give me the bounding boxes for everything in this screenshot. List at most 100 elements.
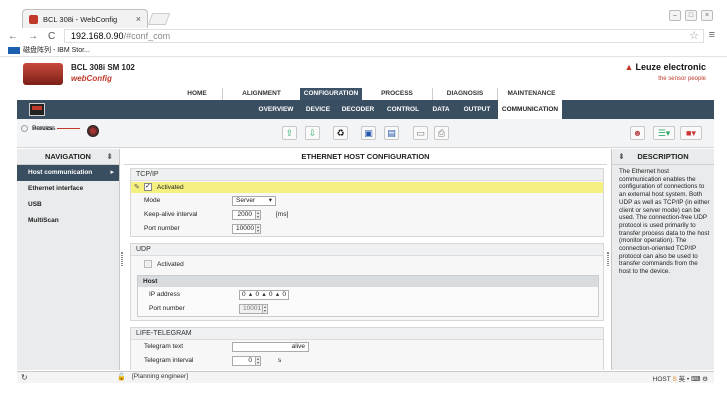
- main-nav-diagnosis[interactable]: DIAGNOSIS: [432, 88, 497, 100]
- udp-host-box: Host IP address 0 ▴ 0 ▴ 0 ▴ 0 Port number 1000…: [137, 275, 599, 317]
- url-host: 192.168.0.90: [71, 31, 124, 41]
- keepalive-unit: [ms]: [276, 211, 289, 218]
- brand-logo: ▲ Leuze electronic: [624, 62, 706, 72]
- process-label: Process: [32, 125, 56, 132]
- tcp-port-input[interactable]: 10000: [232, 224, 256, 234]
- tcpip-title: TCP/IP: [131, 169, 603, 181]
- forward-icon[interactable]: →: [28, 31, 38, 42]
- udp-title: UDP: [131, 244, 603, 256]
- keepalive-input[interactable]: 2000: [232, 210, 256, 220]
- window-controls: – □ ×: [669, 10, 713, 21]
- main-nav-configuration[interactable]: CONFIGURATION: [300, 88, 362, 100]
- telegram-interval-input[interactable]: 0: [232, 356, 256, 366]
- user-role: [Planning engineer]: [132, 373, 189, 380]
- language-flag-icon[interactable]: ■▾: [680, 126, 702, 140]
- tcp-port-spinner-icon[interactable]: ▴ ▾: [256, 224, 261, 234]
- description-panel: ⇟ DESCRIPTION The Ethernet host communic…: [611, 149, 714, 370]
- keepalive-spinner-icon[interactable]: ▴ ▾: [256, 210, 261, 220]
- input-method-icon: S: [672, 376, 677, 383]
- host-status: HOST S 英 • ⌨ ⚙: [652, 376, 708, 383]
- maximize-button[interactable]: □: [685, 10, 697, 21]
- save-as-icon[interactable]: ▤: [384, 126, 399, 140]
- udp-port-input[interactable]: 10001: [239, 304, 263, 314]
- status-lamp-icon[interactable]: [87, 125, 99, 137]
- tcp-port-label: Port number: [144, 225, 180, 232]
- edit-icon: ✎: [134, 184, 140, 191]
- udp-port-spinner-icon[interactable]: ▴ ▾: [263, 304, 268, 314]
- pin-icon[interactable]: ⇟: [106, 149, 113, 165]
- keepalive-label: Keep-alive interval: [144, 211, 198, 218]
- bookmarks-bar: 磁盘阵列 - IBM Stor...: [0, 44, 727, 57]
- main-panel: ETHERNET HOST CONFIGURATION TCP/IP ✎ ✓ A…: [124, 149, 607, 370]
- users-icon[interactable]: ☻: [630, 126, 645, 140]
- folder-icon[interactable]: ▭: [413, 126, 428, 140]
- tab-close-icon[interactable]: ×: [136, 14, 141, 24]
- telegram-text-label: Telegram text: [144, 343, 184, 350]
- tcpip-activated-checkbox[interactable]: ✓: [143, 183, 152, 191]
- sub-nav-communication[interactable]: COMMUNICATION: [498, 100, 562, 119]
- browser-menu-icon[interactable]: ≡: [709, 29, 715, 41]
- description-text: The Ethernet host communication enables …: [619, 168, 710, 276]
- sub-nav-output[interactable]: OUTPUT: [459, 100, 495, 119]
- recycle-icon[interactable]: ♻: [333, 126, 348, 140]
- telegram-text-input[interactable]: alive: [232, 342, 309, 352]
- brand-slogan: the sensor people: [658, 76, 706, 82]
- page-title: ETHERNET HOST CONFIGURATION: [124, 149, 607, 165]
- ip-address-label: IP address: [149, 291, 180, 298]
- mode-select[interactable]: Server ▾: [232, 196, 276, 206]
- device-image: [23, 63, 63, 85]
- life-telegram-section: LIFE-TELEGRAM Telegram text alive Telegr…: [130, 327, 604, 370]
- download-icon[interactable]: ⇩: [305, 126, 320, 140]
- process-dot-icon: [21, 125, 28, 132]
- udp-activated-label: Activated: [157, 260, 184, 268]
- bookmark-link[interactable]: 磁盘阵列 - IBM Stor...: [23, 45, 90, 55]
- nav-item-multiscan[interactable]: MultiScan: [17, 213, 119, 229]
- telegram-interval-spinner-icon[interactable]: ▴ ▾: [256, 356, 261, 366]
- layout-menu-icon[interactable]: ☰▾: [653, 126, 675, 140]
- sub-nav-device[interactable]: DEVICE: [301, 100, 335, 119]
- main-nav-maintenance[interactable]: MAINTENANCE: [497, 88, 565, 100]
- right-splitter[interactable]: [607, 252, 609, 266]
- reload-icon[interactable]: C: [48, 31, 55, 42]
- save-icon[interactable]: ▣: [361, 126, 376, 140]
- ip-address-input[interactable]: 0 ▴ 0 ▴ 0 ▴ 0: [239, 290, 289, 300]
- close-window-button[interactable]: ×: [701, 10, 713, 21]
- browser-tabstrip: BCL 308i - WebConfig × – □ ×: [0, 0, 727, 28]
- tcpip-activated-row: [131, 182, 603, 193]
- mode-label: Mode: [144, 197, 161, 204]
- refresh-icon[interactable]: ↻: [21, 373, 28, 382]
- print-icon[interactable]: ⎙: [434, 126, 449, 140]
- minimize-button[interactable]: –: [669, 10, 681, 21]
- status-bar: ↻ 🔓 [Planning engineer] HOST S 英 • ⌨ ⚙: [17, 371, 714, 383]
- browser-tab[interactable]: BCL 308i - WebConfig ×: [22, 9, 148, 28]
- sub-nav-overview[interactable]: OVERVIEW: [255, 100, 297, 119]
- ibm-icon: [8, 46, 20, 54]
- pin-icon[interactable]: ⇟: [618, 149, 625, 165]
- bookmark-star-icon[interactable]: ☆: [689, 29, 699, 42]
- udp-host-title: Host: [138, 276, 598, 287]
- main-nav-alignment[interactable]: ALIGNMENT: [222, 88, 300, 100]
- udp-section: UDP Activated Host IP address 0 ▴ 0 ▴ 0 ▴ 0 Po…: [130, 243, 604, 321]
- main-nav-process[interactable]: PROCESS: [362, 88, 432, 100]
- app-name: webConfig: [71, 74, 112, 83]
- new-tab-button[interactable]: [147, 13, 171, 25]
- sub-nav-decoder[interactable]: DECODER: [339, 100, 377, 119]
- sub-nav-control[interactable]: CONTROL: [383, 100, 423, 119]
- address-bar[interactable]: 192.168.0.90 /#conf_com: [64, 29, 704, 43]
- left-splitter[interactable]: [121, 252, 123, 266]
- back-icon[interactable]: ←: [8, 31, 18, 42]
- nav-item-usb[interactable]: USB: [17, 197, 119, 213]
- description-header: ⇟ DESCRIPTION: [612, 149, 714, 165]
- main-nav-home[interactable]: HOME: [172, 88, 222, 100]
- telegram-interval-label: Telegram interval: [144, 357, 194, 364]
- upload-icon[interactable]: ⇪: [282, 126, 297, 140]
- favicon-icon: [29, 14, 38, 24]
- udp-activated-checkbox[interactable]: [144, 260, 152, 268]
- icon-toolbar: Service Process ⇪ ⇩ ♻ ▣ ▤ ▭ ⎙ ☻ ☰▾ ■▾: [17, 119, 714, 148]
- nav-item-host-communication[interactable]: Host communication: [17, 165, 119, 181]
- tcpip-activated-label: Activated: [156, 183, 184, 191]
- app-header: BCL 308i SM 102 webConfig ▲ Leuze electro…: [17, 58, 714, 88]
- nav-item-ethernet-interface[interactable]: Ethernet interface: [17, 181, 119, 197]
- sub-nav-data[interactable]: DATA: [427, 100, 455, 119]
- main-nav: HOME ALIGNMENT CONFIGURATION PROCESS DIA…: [17, 88, 714, 100]
